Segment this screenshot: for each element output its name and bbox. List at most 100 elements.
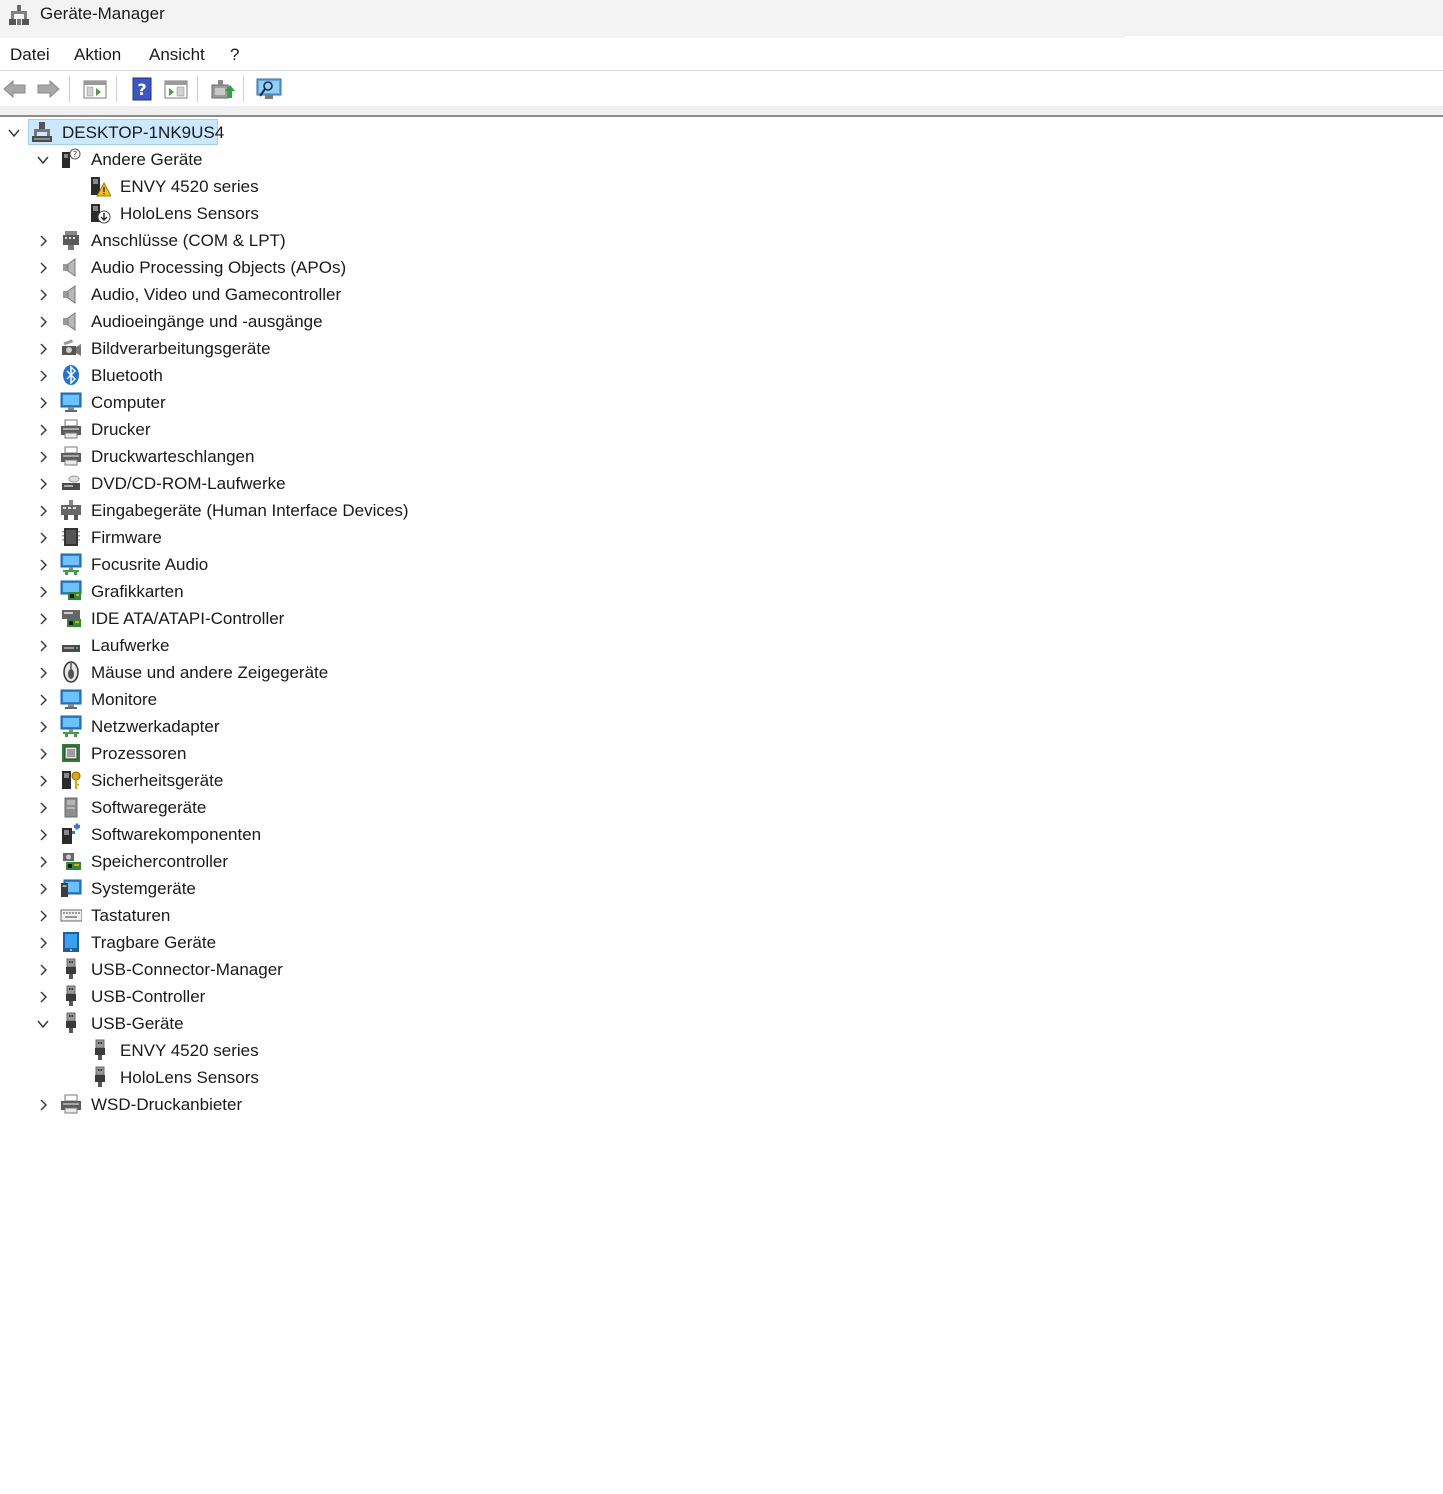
tree-category-firmware[interactable]: Firmware (0, 524, 500, 551)
network-monitor-icon (60, 715, 82, 737)
chevron-down-icon[interactable] (36, 1017, 50, 1031)
chevron-right-icon[interactable] (36, 369, 50, 383)
toolbar-separator (69, 76, 70, 102)
chevron-right-icon[interactable] (36, 909, 50, 923)
tree-root[interactable]: DESKTOP-1NK9US4 (0, 119, 230, 146)
tree-category-audio-video-und-gamecontroller[interactable]: Audio, Video und Gamecontroller (0, 281, 500, 308)
tree-category-eingabegeräte-human-interface-devices[interactable]: Eingabegeräte (Human Interface Devices) (0, 497, 500, 524)
tree-category-tastaturen[interactable]: Tastaturen (0, 902, 500, 929)
tree-category-druckwarteschlangen[interactable]: Druckwarteschlangen (0, 443, 500, 470)
tree-device-envy-4520-series[interactable]: ENVY 4520 series (0, 1037, 500, 1064)
tree-category-audio-processing-objects-apos[interactable]: Audio Processing Objects (APOs) (0, 254, 500, 281)
chevron-right-icon[interactable] (36, 774, 50, 788)
security-key-icon (62, 771, 81, 789)
tree-category-speichercontroller[interactable]: Speichercontroller (0, 848, 500, 875)
tree-category-usb-controller[interactable]: USB-Controller (0, 983, 500, 1010)
chevron-right-icon[interactable] (36, 477, 50, 491)
warning-device-icon (91, 177, 111, 197)
chevron-right-icon[interactable] (36, 693, 50, 707)
tree-category-usb-connector-manager[interactable]: USB-Connector-Manager (0, 956, 500, 983)
chevron-right-icon[interactable] (36, 234, 50, 248)
window-title: Geräte-Manager (40, 4, 165, 23)
tree-category-ide-ata-atapi-controller[interactable]: IDE ATA/ATAPI-Controller (0, 605, 500, 632)
chevron-right-icon[interactable] (36, 639, 50, 653)
tree-category-bildverarbeitungsgeräte[interactable]: Bildverarbeitungsgeräte (0, 335, 500, 362)
tree-category-computer[interactable]: Computer (0, 389, 500, 416)
update-driver-button[interactable] (208, 75, 236, 103)
tree-category-label: Systemgeräte (91, 879, 196, 898)
chevron-right-icon[interactable] (36, 288, 50, 302)
tree-category-dvd-cd-rom-laufwerke[interactable]: DVD/CD-ROM-Laufwerke (0, 470, 500, 497)
chevron-right-icon[interactable] (36, 450, 50, 464)
menu-help[interactable]: ? (230, 45, 239, 65)
chevron-right-icon[interactable] (36, 747, 50, 761)
chevron-down-icon[interactable] (36, 153, 50, 167)
tree-category-laufwerke[interactable]: Laufwerke (0, 632, 500, 659)
chevron-right-icon[interactable] (36, 261, 50, 275)
chevron-right-icon[interactable] (36, 801, 50, 815)
chevron-right-icon[interactable] (36, 882, 50, 896)
speaker-icon (63, 285, 76, 304)
usb-icon (95, 1039, 105, 1060)
disabled-device-icon (91, 204, 111, 224)
tree-category-andere-geräte[interactable]: ? Andere Geräte (0, 146, 500, 173)
chevron-down-icon[interactable] (7, 126, 21, 140)
system-device-icon (61, 879, 82, 897)
menu-aktion[interactable]: Aktion (74, 45, 121, 65)
chevron-right-icon[interactable] (36, 666, 50, 680)
chevron-right-icon[interactable] (36, 963, 50, 977)
tree-device-hololens-sensors[interactable]: HoloLens Sensors (0, 200, 500, 227)
tree-category-label: Softwaregeräte (91, 798, 207, 817)
tree-category-drucker[interactable]: Drucker (0, 416, 500, 443)
tree-category-softwaregeräte[interactable]: Softwaregeräte (0, 794, 500, 821)
tree-category-netzwerkadapter[interactable]: Netzwerkadapter (0, 713, 500, 740)
menu-bar-shade (0, 36, 1125, 38)
tree-category-tragbare-geräte[interactable]: Tragbare Geräte (0, 929, 500, 956)
chevron-right-icon[interactable] (36, 423, 50, 437)
chevron-right-icon[interactable] (36, 1098, 50, 1112)
tree-category-monitore[interactable]: Monitore (0, 686, 500, 713)
chevron-right-icon[interactable] (36, 504, 50, 518)
tree-category-sicherheitsgeräte[interactable]: Sicherheitsgeräte (0, 767, 500, 794)
menu-ansicht[interactable]: Ansicht (149, 45, 205, 65)
chevron-right-icon[interactable] (36, 720, 50, 734)
chevron-right-icon[interactable] (36, 342, 50, 356)
tree-category-systemgeräte[interactable]: Systemgeräte (0, 875, 500, 902)
chevron-right-icon[interactable] (36, 396, 50, 410)
chevron-right-icon[interactable] (36, 558, 50, 572)
tree-category-mäuse-und-andere-zeigegeräte[interactable]: Mäuse und andere Zeigegeräte (0, 659, 500, 686)
tree-category-focusrite-audio[interactable]: Focusrite Audio (0, 551, 500, 578)
tree-category-prozessoren[interactable]: Prozessoren (0, 740, 500, 767)
tree-category-grafikkarten[interactable]: Grafikkarten (0, 578, 500, 605)
console-tree-button[interactable] (81, 75, 109, 103)
chevron-right-icon[interactable] (36, 585, 50, 599)
tree-category-bluetooth[interactable]: Bluetooth (0, 362, 500, 389)
tree-device-envy-4520-series[interactable]: ENVY 4520 series (0, 173, 500, 200)
tree-category-label: Netzwerkadapter (91, 717, 220, 736)
portable-device-icon (63, 932, 79, 952)
tree-category-softwarekomponenten[interactable]: Softwarekomponenten (0, 821, 500, 848)
forward-button[interactable] (34, 75, 62, 103)
help-button[interactable]: ? (128, 75, 156, 103)
chevron-right-icon[interactable] (36, 936, 50, 950)
tree-category-wsd-druckanbieter[interactable]: WSD-Druckanbieter (0, 1091, 500, 1118)
tree-category-anschlüsse-com-lpt[interactable]: Anschlüsse (COM & LPT) (0, 227, 500, 254)
back-button[interactable] (1, 75, 29, 103)
chevron-right-icon[interactable] (36, 990, 50, 1004)
scan-hardware-button[interactable] (255, 75, 283, 103)
chevron-right-icon[interactable] (36, 531, 50, 545)
camera-icon (62, 339, 81, 356)
menu-datei[interactable]: Datei (10, 45, 50, 65)
tree-category-usb-geräte[interactable]: USB-Geräte (0, 1010, 500, 1037)
tree-category-audioeingänge-und-ausgänge[interactable]: Audioeingänge und -ausgänge (0, 308, 500, 335)
tree-device-hololens-sensors[interactable]: HoloLens Sensors (0, 1064, 500, 1091)
chevron-right-icon[interactable] (36, 612, 50, 626)
port-icon (63, 231, 79, 250)
tree-category-label: USB-Controller (91, 987, 206, 1006)
chevron-right-icon[interactable] (36, 828, 50, 842)
chevron-right-icon[interactable] (36, 315, 50, 329)
tree-category-label: IDE ATA/ATAPI-Controller (91, 609, 285, 628)
properties-pane-button[interactable] (162, 75, 190, 103)
chevron-right-icon[interactable] (36, 855, 50, 869)
tree-device-label: ENVY 4520 series (120, 177, 259, 196)
